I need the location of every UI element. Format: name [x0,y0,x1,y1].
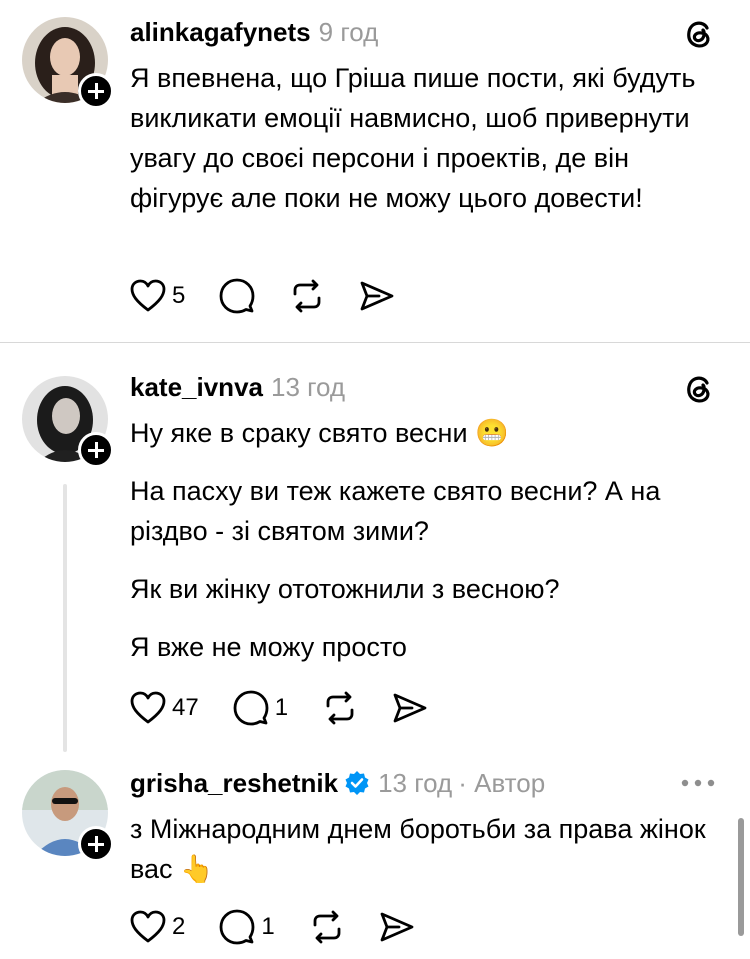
share-button[interactable] [379,907,415,947]
heart-icon [130,691,166,724]
post-text: Я вже не можу просто [130,632,407,662]
reply-button[interactable] [219,276,255,316]
divider [0,342,750,343]
reply-count: 1 [261,913,275,940]
reply-count: 1 [274,694,289,721]
post-text: з Міжнародним днем боротьби за права жін… [130,814,706,884]
like-count: 2 [172,913,186,940]
username[interactable]: kate_ivnva [130,372,263,403]
send-icon [380,912,414,942]
follow-plus-icon[interactable] [78,432,114,468]
share-button[interactable] [392,688,428,728]
action-bar: 5 [130,276,429,316]
action-bar: 2 1 [130,907,449,947]
post-body: з Міжнародним днем боротьби за права жін… [130,809,720,889]
follow-plus-icon[interactable] [78,73,114,109]
like-button[interactable]: 2 [130,907,185,947]
send-icon [393,693,427,723]
post-text: Я впевнена, що Гріша пише пости, які буд… [130,63,696,213]
comment-icon [233,690,269,726]
repost-icon [293,279,321,313]
send-icon [360,281,394,311]
post-body: Я впевнена, що Гріша пише пости, які буд… [130,58,720,218]
author-label: · Автор [458,767,546,798]
repost-icon [313,910,341,944]
avatar-wrap [22,376,114,468]
repost-button[interactable] [322,688,358,728]
username[interactable]: grisha_reshetnik [130,768,338,799]
post-header: alinkagafynets 9 год [130,14,378,50]
username[interactable]: alinkagafynets [130,17,311,48]
more-dots-icon[interactable] [680,778,716,788]
post-text: На пасху ви теж кажете свято весни? А на… [130,476,661,546]
threads-logo-icon[interactable] [682,17,716,51]
post-text: Як ви жінку ототожнили з весною? [130,574,560,604]
heart-icon [130,910,166,943]
share-button[interactable] [359,276,395,316]
timestamp: 13 год [270,371,346,402]
timestamp: 13 год [378,767,453,798]
post-body: Ну яке в сраку свято весни 😬 На пасху ви… [130,413,720,667]
avatar-wrap [22,17,114,109]
thread-line [63,484,67,752]
reply-button[interactable]: 1 [219,907,275,947]
like-count: 47 [172,694,199,721]
post-header: kate_ivnva 13 год [130,369,345,405]
scrollbar[interactable] [738,818,744,936]
heart-icon [130,279,166,312]
like-button[interactable]: 5 [130,276,185,316]
post-header: grisha_reshetnik 13 год · Автор [130,765,545,801]
threads-logo-icon[interactable] [682,372,716,406]
comment-icon [219,278,255,314]
reply-button[interactable]: 1 [233,688,288,728]
like-count: 5 [172,282,186,309]
follow-plus-icon[interactable] [78,826,114,862]
comment-icon [219,909,255,945]
avatar-wrap [22,770,114,862]
repost-icon [326,691,354,725]
repost-button[interactable] [309,907,345,947]
verified-badge-icon [345,771,369,795]
like-button[interactable]: 47 [130,688,199,728]
timestamp: 9 год [318,16,379,47]
action-bar: 47 1 [130,688,462,728]
repost-button[interactable] [289,276,325,316]
post-text: Ну яке в сраку свято весни 😬 [130,418,509,448]
